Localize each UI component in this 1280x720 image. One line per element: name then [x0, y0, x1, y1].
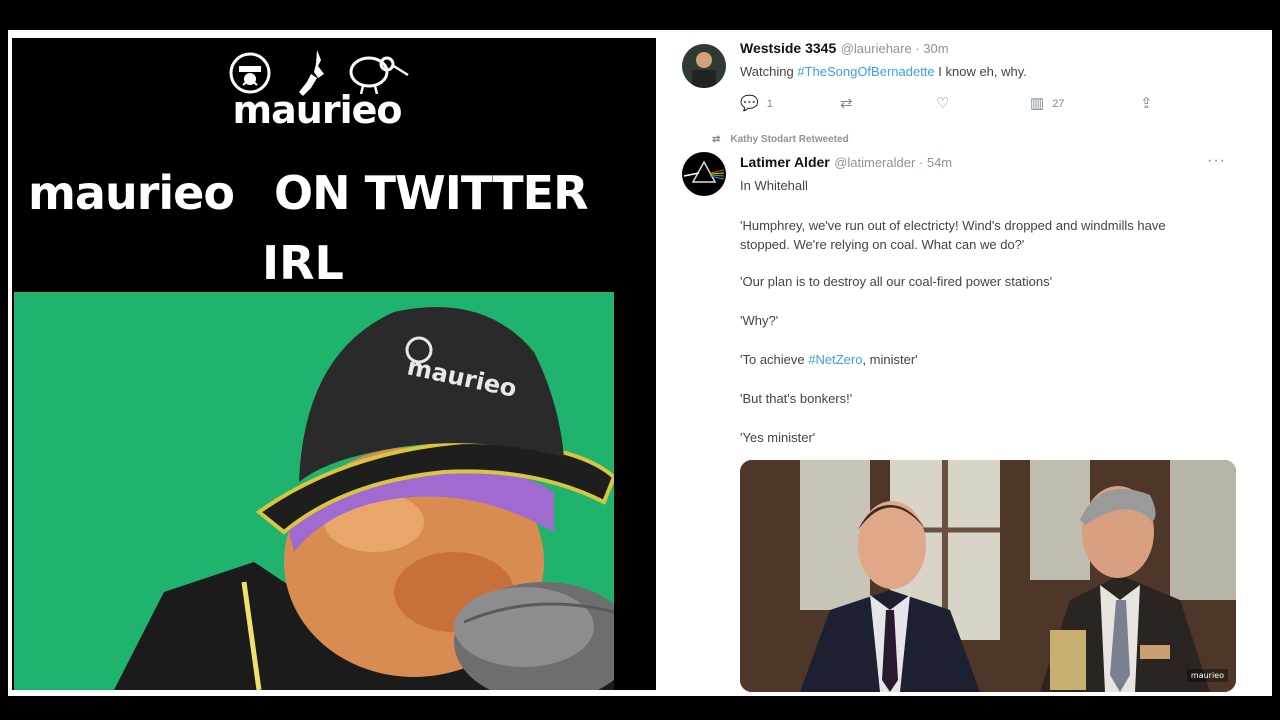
more-options-icon[interactable]: ··· [1207, 152, 1226, 170]
tweet-2-paragraph-2: 'Our plan is to destroy all our coal-fir… [740, 274, 1053, 289]
share-icon: ⇪ [1140, 95, 1153, 112]
webcam-feed: maurieo [14, 292, 614, 690]
retweet-small-icon: ⇄ [712, 134, 721, 145]
headline: maurieo ON TWITTER [28, 166, 588, 220]
tweet-1-author-name[interactable]: Westside 3345 [740, 42, 836, 56]
views-icon: ▥ [1030, 95, 1045, 112]
tweet-2-location: In Whitehall [740, 178, 808, 193]
tweet-2-handle: @latimeralder · 54m [834, 155, 953, 170]
tweet-screenshot-panel: Westside 3345 @lauriehare · 30m Watching… [658, 42, 1268, 692]
tweet-2-paragraph-6: 'Yes minister' [740, 430, 816, 445]
hashtag-link[interactable]: #TheSongOfBernadette [797, 64, 934, 79]
webcam-person-illustration: maurieo [114, 307, 614, 690]
reply-icon: 💬 [740, 95, 759, 112]
brand-logo-text: maurieo [232, 88, 403, 132]
share-button[interactable]: ⇪ [1140, 94, 1153, 112]
tweet-2-paragraph-4: 'To achieve #NetZero, minister' [740, 352, 918, 367]
photo-watermark: maurieo [1186, 669, 1228, 682]
left-panel: maurieo maurieo ON TWITTER IRL maurieo [12, 38, 656, 690]
netzero-hashtag-link[interactable]: #NetZero [808, 352, 862, 367]
headline-on-twitter: ON TWITTER [273, 166, 589, 220]
tweet-2-paragraph-5: 'But that's bonkers!' [740, 391, 853, 406]
tweet-1-text: Watching #TheSongOfBernadette I know eh,… [740, 64, 1027, 79]
tweet-2-paragraph-3: 'Why?' [740, 313, 779, 328]
headline-irl: IRL [262, 236, 344, 290]
tweet-2-paragraph-1: 'Humphrey, we've run out of electricty! … [740, 218, 1166, 252]
headline-name: maurieo [28, 166, 235, 220]
tweet-1[interactable]: Westside 3345 @lauriehare · 30m Watching… [658, 42, 1268, 122]
tweet-1-avatar[interactable] [682, 44, 726, 88]
reply-button[interactable]: 💬 1 [740, 94, 773, 112]
retweet-context: ⇄ Kathy Stodart Retweeted [712, 134, 849, 145]
tweet-1-handle: @lauriehare · 30m [840, 42, 949, 56]
tweet-2-photo[interactable]: maurieo [740, 460, 1236, 692]
retweet-icon: ⇄ [840, 95, 853, 112]
tweet-2-avatar[interactable] [682, 152, 726, 196]
views-button[interactable]: ▥ 27 [1030, 94, 1064, 112]
retweet-button[interactable]: ⇄ [840, 94, 853, 112]
tweet-2-author-name[interactable]: Latimer Alder [740, 154, 830, 170]
heart-icon: ♡ [936, 95, 950, 112]
like-button[interactable]: ♡ [936, 94, 949, 112]
prism-icon [683, 160, 725, 183]
